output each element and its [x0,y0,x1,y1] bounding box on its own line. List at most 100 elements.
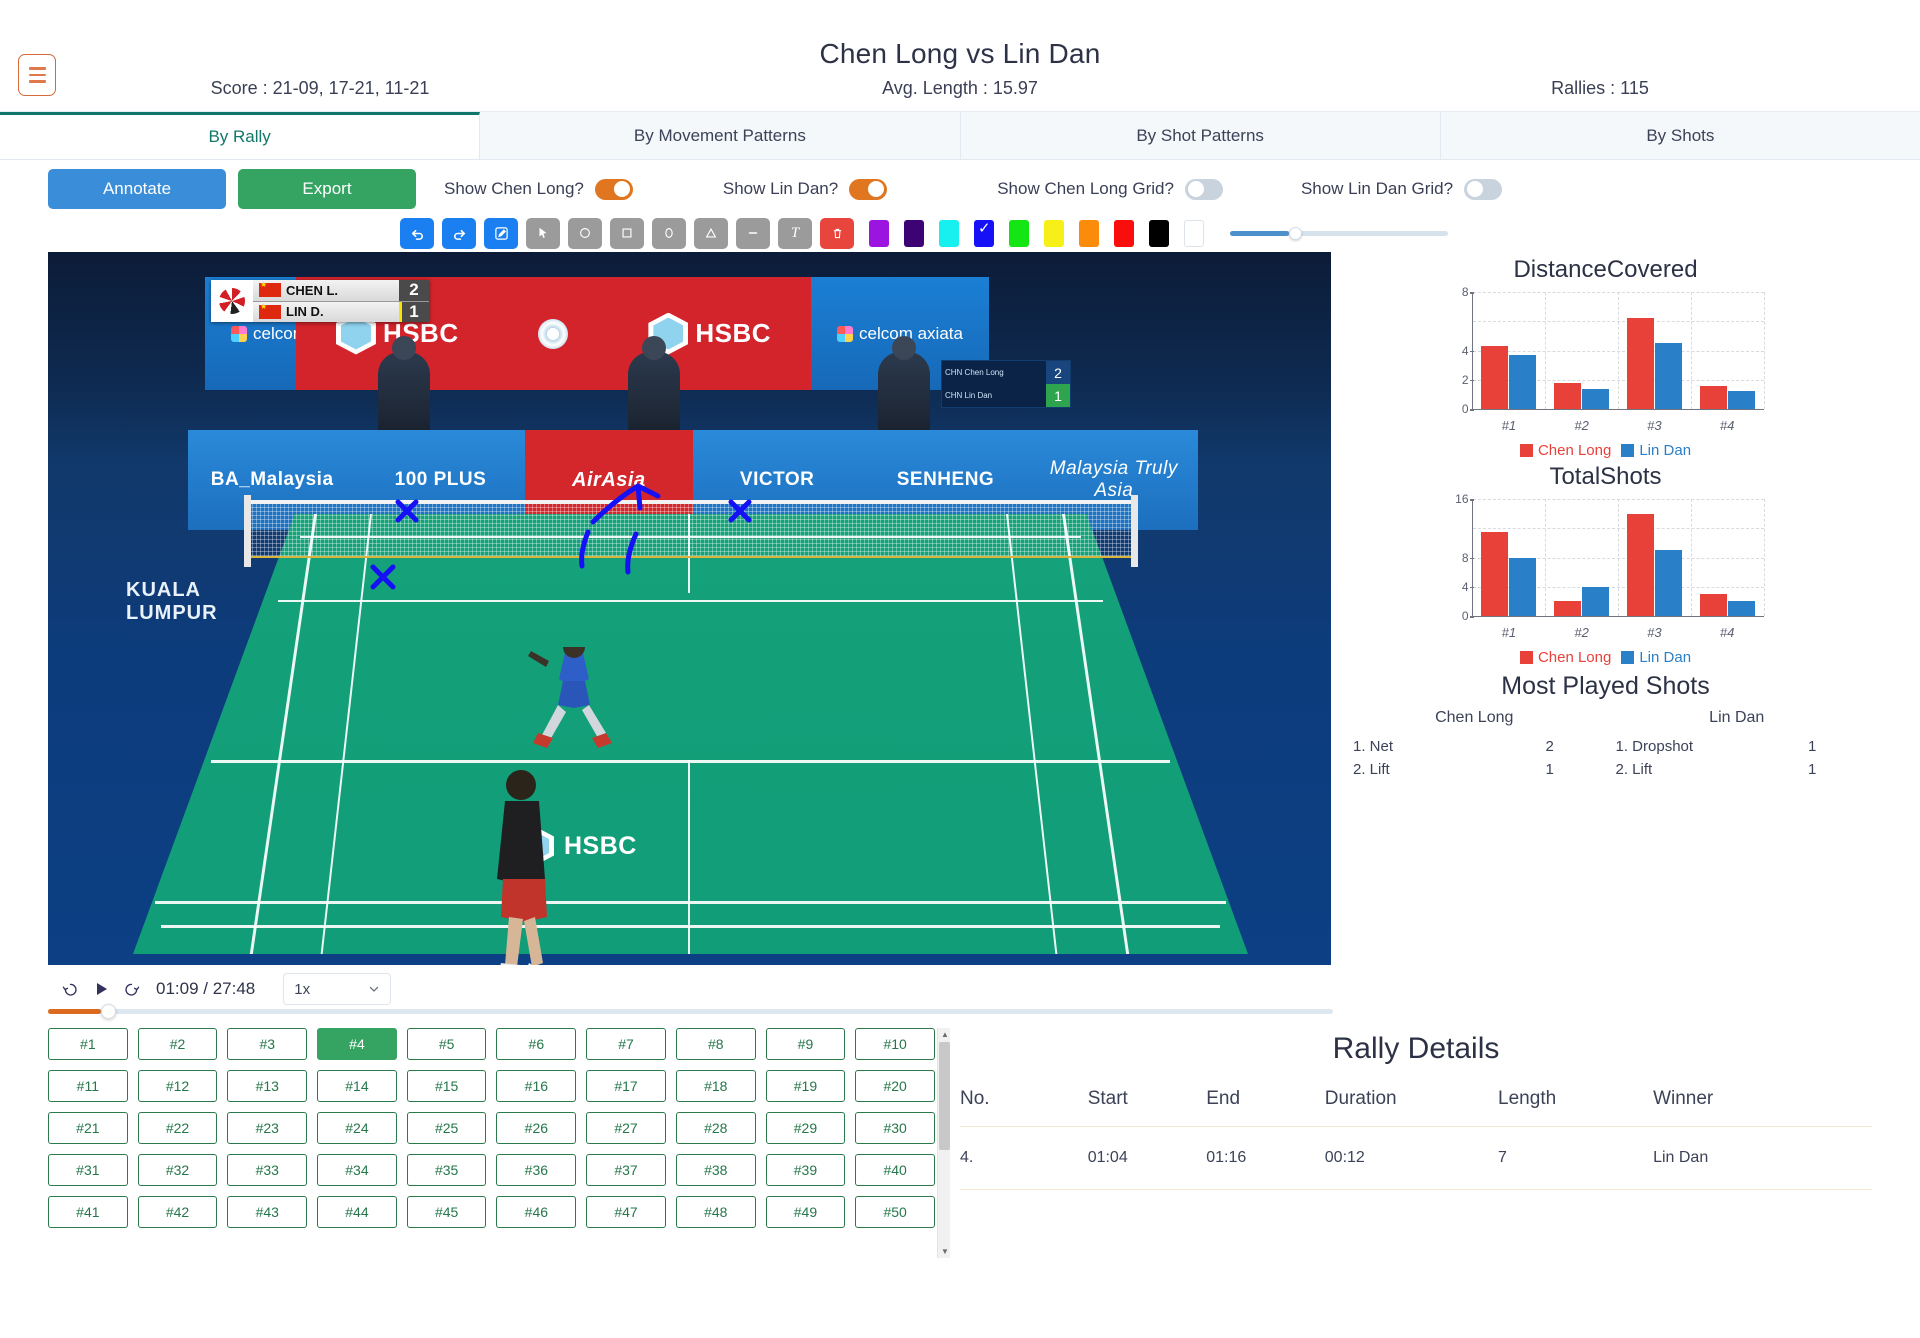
rally-button[interactable]: #26 [496,1112,577,1144]
rally-button[interactable]: #3 [227,1028,308,1060]
show-lin-dan-grid-switch[interactable] [1464,178,1503,200]
color-swatch-white[interactable] [1184,219,1204,247]
rally-button[interactable]: #25 [406,1112,487,1144]
rally-button[interactable]: #19 [765,1070,846,1102]
rally-button[interactable]: #20 [855,1070,935,1102]
chart-bars: #1 #2 #3 #4 [1473,499,1764,640]
rally-button[interactable]: #13 [227,1070,308,1102]
rally-button[interactable]: #9 [765,1028,846,1060]
rally-button[interactable]: #24 [317,1112,397,1144]
rally-button[interactable]: #12 [137,1070,218,1102]
scroll-up-icon[interactable]: ▲ [941,1030,949,1039]
stroke-width-slider[interactable] [1230,226,1448,240]
player-name: CHEN L. [286,282,338,298]
rally-button[interactable]: #30 [855,1112,935,1144]
circle-icon[interactable] [568,217,602,249]
rally-button[interactable]: #18 [675,1070,756,1102]
export-button[interactable]: Export [238,169,416,209]
rally-button[interactable]: #49 [765,1196,846,1228]
rally-button[interactable]: #11 [48,1070,128,1102]
rally-button[interactable]: #40 [855,1154,935,1186]
rally-button[interactable]: #14 [317,1070,397,1102]
rally-button[interactable]: #42 [137,1196,218,1228]
scroll-down-icon[interactable]: ▼ [941,1247,949,1256]
rally-button[interactable]: #6 [496,1028,577,1060]
rally-button[interactable]: #31 [48,1154,128,1186]
tab-by-shots[interactable]: By Shots [1440,112,1920,159]
rally-button[interactable]: #50 [855,1196,935,1228]
rally-button[interactable]: #44 [317,1196,397,1228]
rally-scrollbar[interactable]: ▲ ▼ [937,1028,951,1258]
trash-delete-icon[interactable] [820,217,854,249]
tab-by-rally[interactable]: By Rally [0,112,481,159]
forward-10-icon[interactable] [123,981,140,998]
tab-by-shot-patterns[interactable]: By Shot Patterns [960,112,1441,159]
triangle-icon[interactable] [694,217,728,249]
color-swatch-purple[interactable] [869,219,889,247]
rally-button[interactable]: #5 [406,1028,487,1060]
playback-speed-select[interactable]: 1x [283,973,392,1005]
undo-icon[interactable] [400,217,434,249]
rally-button[interactable]: #43 [227,1196,308,1228]
rally-button[interactable]: #45 [406,1196,487,1228]
show-chen-long-switch[interactable] [594,178,633,200]
color-swatch-red[interactable] [1114,219,1134,247]
text-icon[interactable]: T [778,217,812,249]
video-progress-bar[interactable] [48,1004,1333,1019]
color-swatch-yellow[interactable] [1044,219,1064,247]
rally-button[interactable]: #34 [317,1154,397,1186]
pencil-edit-icon[interactable] [484,217,518,249]
square-icon[interactable] [610,217,644,249]
rally-button[interactable]: #37 [586,1154,666,1186]
play-icon[interactable] [93,981,109,997]
rally-button[interactable]: #46 [496,1196,577,1228]
rally-button[interactable]: #41 [48,1196,128,1228]
rewind-10-icon[interactable] [62,981,79,998]
color-swatch-dark-purple[interactable] [904,219,924,247]
color-swatch-cyan[interactable] [939,219,959,247]
color-swatch-black[interactable] [1149,219,1169,247]
rally-button[interactable]: #22 [137,1112,218,1144]
shot-label: 1. Net [1353,738,1394,755]
rally-button[interactable]: #27 [586,1112,666,1144]
rally-button[interactable]: #15 [406,1070,487,1102]
video-player[interactable]: celcom axiata HSBC HSBC celcom axiata [48,252,1331,965]
rally-button[interactable]: #33 [227,1154,308,1186]
color-swatch-blue[interactable] [974,219,994,247]
bar-lin-dan [1727,601,1755,616]
progress-knob[interactable] [100,1004,116,1019]
redo-icon[interactable] [442,217,476,249]
show-lin-dan-switch[interactable] [849,178,888,200]
ellipse-icon[interactable] [652,217,686,249]
annotate-button[interactable]: Annotate [48,169,226,209]
rally-button[interactable]: #23 [227,1112,308,1144]
show-chen-long-grid-switch[interactable] [1184,178,1223,200]
rally-button[interactable]: #38 [675,1154,756,1186]
table-row[interactable]: 4. 01:04 01:16 00:12 7 Lin Dan [960,1126,1872,1190]
rally-button[interactable]: #7 [586,1028,666,1060]
rally-button[interactable]: #21 [48,1112,128,1144]
rally-button[interactable]: #17 [586,1070,666,1102]
rally-button[interactable]: #2 [137,1028,218,1060]
rally-button[interactable]: #48 [675,1196,756,1228]
rally-button[interactable]: #36 [496,1154,577,1186]
rally-scroll-area[interactable]: #1 #2 #3 #4 #5 #6 #7 #8 #9 #10 #11 #12 #13 #14 #15 #16 #… [48,1028,950,1258]
rally-button[interactable]: #35 [406,1154,487,1186]
rally-button[interactable]: #28 [675,1112,756,1144]
rally-button[interactable]: #32 [137,1154,218,1186]
rally-button[interactable]: #16 [496,1070,577,1102]
rally-button[interactable]: #8 [675,1028,756,1060]
rally-button[interactable]: #10 [855,1028,935,1060]
color-swatch-orange[interactable] [1079,219,1099,247]
cursor-select-icon[interactable] [526,217,560,249]
rally-button[interactable]: #39 [765,1154,846,1186]
rally-button[interactable]: #1 [48,1028,128,1060]
line-icon[interactable] [736,217,770,249]
rally-button[interactable]: #29 [765,1112,846,1144]
tab-by-movement-patterns[interactable]: By Movement Patterns [480,112,961,159]
rally-button[interactable]: #47 [586,1196,666,1228]
slider-knob[interactable] [1288,226,1302,240]
rally-button[interactable]: #4 [317,1028,397,1060]
color-swatch-green[interactable] [1009,219,1029,247]
scrollbar-thumb[interactable] [939,1042,951,1150]
